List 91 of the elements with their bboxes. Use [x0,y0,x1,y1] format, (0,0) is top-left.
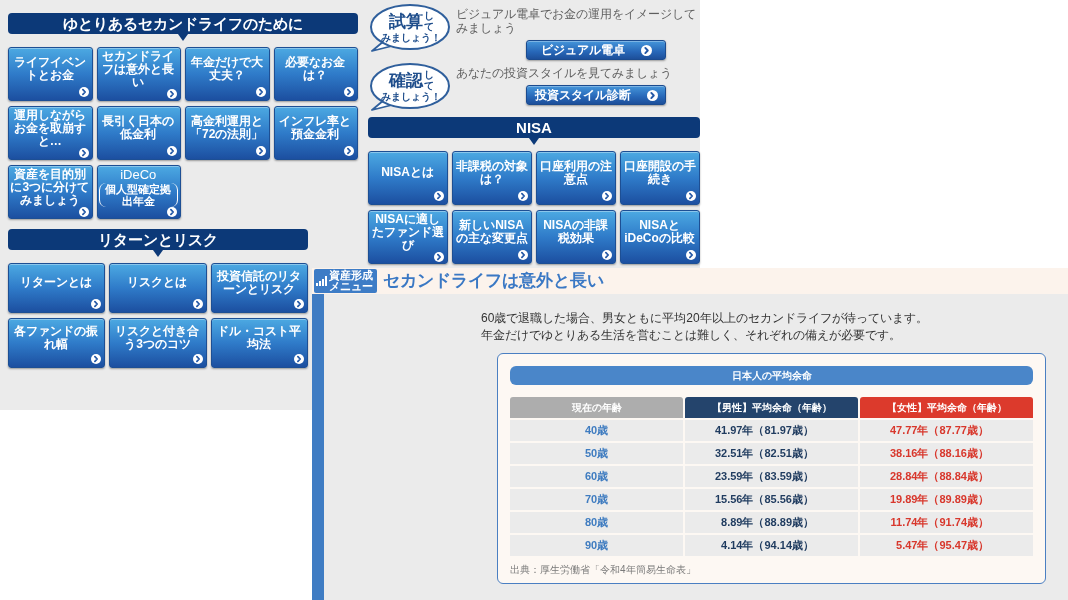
table-cell: 80歳 [510,512,683,533]
table-cell: 8.89年（88.89歳） [685,512,858,533]
table-cell: 40歳 [510,420,683,441]
menu-tile[interactable]: NISAの非課税効果 [536,210,616,264]
bubble-title: 試算 [388,11,423,31]
chevron-circle-icon [602,250,612,260]
chevron-circle-icon [518,250,528,260]
column-header: 【女性】平均余命（年齢） [860,397,1033,418]
table-cell: 23.59年（83.59歳） [685,466,858,487]
chevron-circle-icon [686,191,696,201]
chevron-circle-icon [434,191,444,201]
menu-tile[interactable]: リターンとは [8,263,106,313]
section-header: ゆとりあるセカンドライフのために [8,13,358,41]
section-header: NISA [368,117,700,145]
table-cell: 15.56年（85.56歳） [685,489,858,510]
chevron-circle-icon [602,191,612,201]
chevron-circle-icon [255,87,266,97]
menu-tile[interactable]: ライフイベントとお金 [8,47,93,101]
chevron-circle-icon [434,252,444,262]
description-text: あなたの投資スタイルを見てみましょう [456,66,673,80]
menu-tile[interactable]: セカンドライフは意外と長い [96,47,181,101]
table-cell: 28.84年（88.84歳） [860,466,1033,487]
table-cell: 70歳 [510,489,683,510]
table-cell: 90歳 [510,535,683,556]
menu-tile[interactable]: 必要なお金は？ [273,47,358,101]
table-cell: 11.74年（91.74歳） [860,512,1033,533]
table-cell: 50歳 [510,443,683,464]
menu-tile[interactable]: NISAに適したファンド選び [368,210,448,264]
menu-tile[interactable]: 口座利用の注意点 [536,151,616,205]
chevron-circle-icon [91,299,102,309]
column-header: 現在の年齢 [510,397,683,418]
intro-text: 年金だけでゆとりある生活を営むことは難しく、それぞれの備えが必要です。 [481,327,902,344]
menu-tile[interactable]: 各ファンドの振れ幅 [8,318,106,368]
chevron-circle-icon [78,148,89,158]
table-cell: 19.89年（89.89歳） [860,489,1033,510]
chevron-circle-icon [640,44,652,56]
menu-tile[interactable]: NISAとiDeCoの比較 [620,210,700,264]
menu-button[interactable]: 資産形成メニュー [314,269,378,293]
chevron-circle-icon [192,299,203,309]
menu-tile[interactable]: リスクと付き合う3つのコツ [109,318,207,368]
menu-tile[interactable]: 運用しながらお金を取崩すと… [8,106,93,160]
action-button[interactable]: ビジュアル電卓 [526,40,666,60]
table-cell: 38.16年（88.16歳） [860,443,1033,464]
chevron-circle-icon [686,250,696,260]
table-cell: 5.47年（95.47歳） [860,535,1033,556]
menu-tile[interactable]: 非課税の対象は？ [452,151,532,205]
table-cell: 47.77年（87.77歳） [860,420,1033,441]
menu-tile[interactable]: インフレ率と預金金利 [273,106,358,160]
chevron-circle-icon [294,299,304,309]
menu-tile[interactable]: NISAとは [368,151,448,205]
chevron-circle-icon [344,87,354,97]
menu-tile[interactable]: 高金利運用と「72の法則」 [185,106,270,160]
source-note: 出典：厚生労働省「令和4年簡易生命表」 [510,564,697,576]
action-button[interactable]: 投資スタイル診断 [526,85,666,105]
chevron-circle-icon [294,354,304,364]
table-cell: 41.97年（81.97歳） [685,420,858,441]
column-header: 【男性】平均余命（年齢） [685,397,858,418]
menu-tile[interactable]: 口座開設の手続き [620,151,700,205]
bubble-caption: みましょう！ [381,91,441,102]
menu-tile[interactable]: iDeCo 個人型確定拠出年金 [96,165,181,219]
menu-tile[interactable]: ドル・コスト平均法 [210,318,308,368]
bubble-side-text: して [423,69,434,91]
bubble-side-text: して [423,10,434,32]
table-title: 日本人の平均余命 [510,366,1033,385]
table-cell: 32.51年（82.51歳） [685,443,858,464]
intro-text: 60歳で退職した場合、男女ともに平均20年以上のセカンドライフが待っています。 [481,310,929,327]
bubble-title: 確認 [388,70,423,90]
menu-tile[interactable]: 資産を目的別に3つに分けてみましょう [8,165,93,219]
chevron-circle-icon [167,146,177,156]
bubble-caption: みましょう！ [381,32,441,43]
chevron-circle-icon [344,146,354,156]
table-cell: 60歳 [510,466,683,487]
chevron-circle-icon [78,87,89,97]
menu-tile[interactable]: 新しいNISAの主な変更点 [452,210,532,264]
table-cell: 4.14年（94.14歳） [685,535,858,556]
bar-chart-icon [316,276,327,286]
section-header: リターンとリスク [8,229,308,257]
description-text: ビジュアル電卓でお金の運用をイメージしてみましょう [456,7,697,35]
menu-tile[interactable]: 投資信託のリターンとリスク [210,263,308,313]
menu-tile[interactable]: 年金だけで大丈夫？ [185,47,270,101]
menu-tile[interactable]: 長引く日本の低金利 [96,106,181,160]
chevron-circle-icon [167,207,177,217]
chevron-circle-icon [646,89,658,101]
chevron-circle-icon [192,354,203,364]
chevron-circle-icon [167,89,177,99]
chevron-circle-icon [255,146,266,156]
menu-tile[interactable]: リスクとは [109,263,207,313]
page-title: セカンドライフは意外と長い [383,271,605,291]
chevron-circle-icon [518,191,528,201]
chevron-circle-icon [78,207,89,217]
chevron-circle-icon [91,354,102,364]
